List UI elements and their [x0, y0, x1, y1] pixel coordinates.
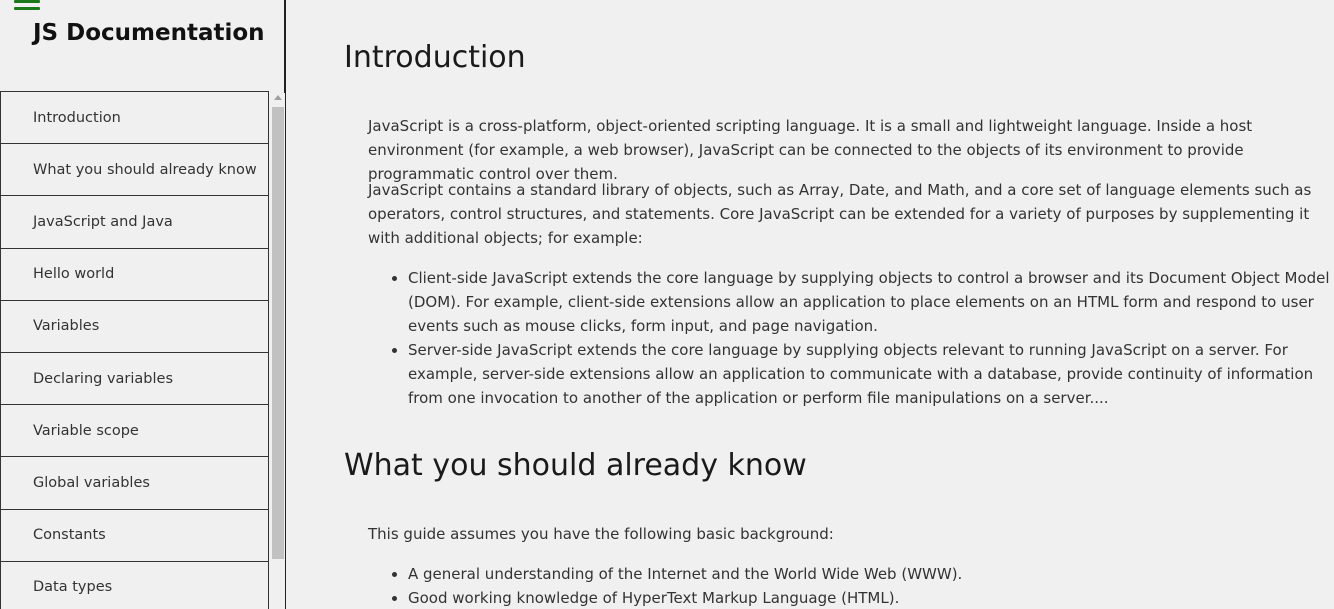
section-title: Introduction: [344, 40, 526, 75]
list-item: Good working knowledge of HyperText Mark…: [408, 586, 1334, 609]
sidebar-item-global-variables[interactable]: Global variables: [0, 456, 269, 509]
scrollbar-thumb[interactable]: [272, 107, 284, 559]
paragraph: JavaScript contains a standard library o…: [368, 181, 1312, 247]
sidebar-item-constants[interactable]: Constants: [0, 508, 269, 561]
sidebar-item-what-you-should-already-know[interactable]: What you should already know: [0, 143, 269, 196]
section-title: What you should already know: [344, 448, 807, 483]
sidebar-item-data-types[interactable]: Data types: [0, 560, 269, 609]
paragraph: JavaScript is a cross-platform, object-o…: [368, 117, 1253, 183]
sidebar-item-variable-scope[interactable]: Variable scope: [0, 404, 269, 457]
bullet-list: A general understanding of the Internet …: [368, 562, 1334, 609]
main-content: Introduction JavaScript is a cross-platf…: [288, 0, 1334, 609]
app-window: JS Documentation Introduction What you s…: [0, 0, 1334, 609]
sidebar-item-javascript-and-java[interactable]: JavaScript and Java: [0, 195, 269, 248]
scroll-up-arrow-icon[interactable]: [274, 95, 282, 100]
list-item: Client-side JavaScript extends the core …: [408, 266, 1334, 338]
nav-list: Introduction What you should already kno…: [0, 91, 269, 609]
hamburger-menu-icon[interactable]: [14, 0, 40, 14]
sidebar-scrollbar[interactable]: [271, 93, 285, 609]
list-item: Server-side JavaScript extends the core …: [408, 338, 1334, 410]
sidebar-title: JS Documentation: [33, 20, 265, 46]
sidebar-item-hello-world[interactable]: Hello world: [0, 247, 269, 300]
list-item: A general understanding of the Internet …: [408, 562, 1334, 586]
sidebar-item-introduction[interactable]: Introduction: [0, 91, 269, 144]
bullet-list: Client-side JavaScript extends the core …: [368, 266, 1334, 410]
sidebar-item-variables[interactable]: Variables: [0, 299, 269, 352]
sidebar-item-declaring-variables[interactable]: Declaring variables: [0, 351, 269, 405]
sidebar: JS Documentation Introduction What you s…: [0, 0, 286, 609]
paragraph: This guide assumes you have the followin…: [368, 525, 834, 543]
